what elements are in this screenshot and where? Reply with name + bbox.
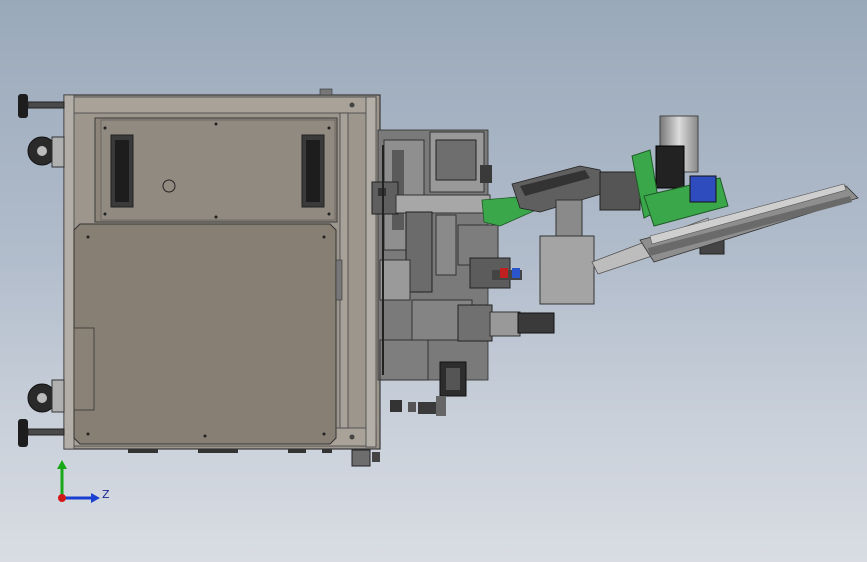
lower-door-panel [73, 223, 343, 445]
bottom-skirt [128, 449, 380, 467]
cad-viewport[interactable]: Z [0, 0, 867, 562]
z-axis-label: Z [102, 488, 110, 501]
origin-point [58, 494, 66, 502]
leveling-foot-bottom [18, 419, 65, 447]
caster-wheel-bottom [27, 379, 65, 413]
upper-panel [94, 117, 338, 223]
y-axis-arrowhead [57, 460, 67, 469]
z-axis-arrowhead [91, 493, 100, 503]
leveling-foot-top [18, 94, 65, 118]
model-render[interactable] [0, 0, 867, 562]
caster-wheel-top [27, 136, 65, 168]
mechanism-assembly [371, 129, 555, 416]
coordinate-triad: Z [50, 458, 110, 508]
